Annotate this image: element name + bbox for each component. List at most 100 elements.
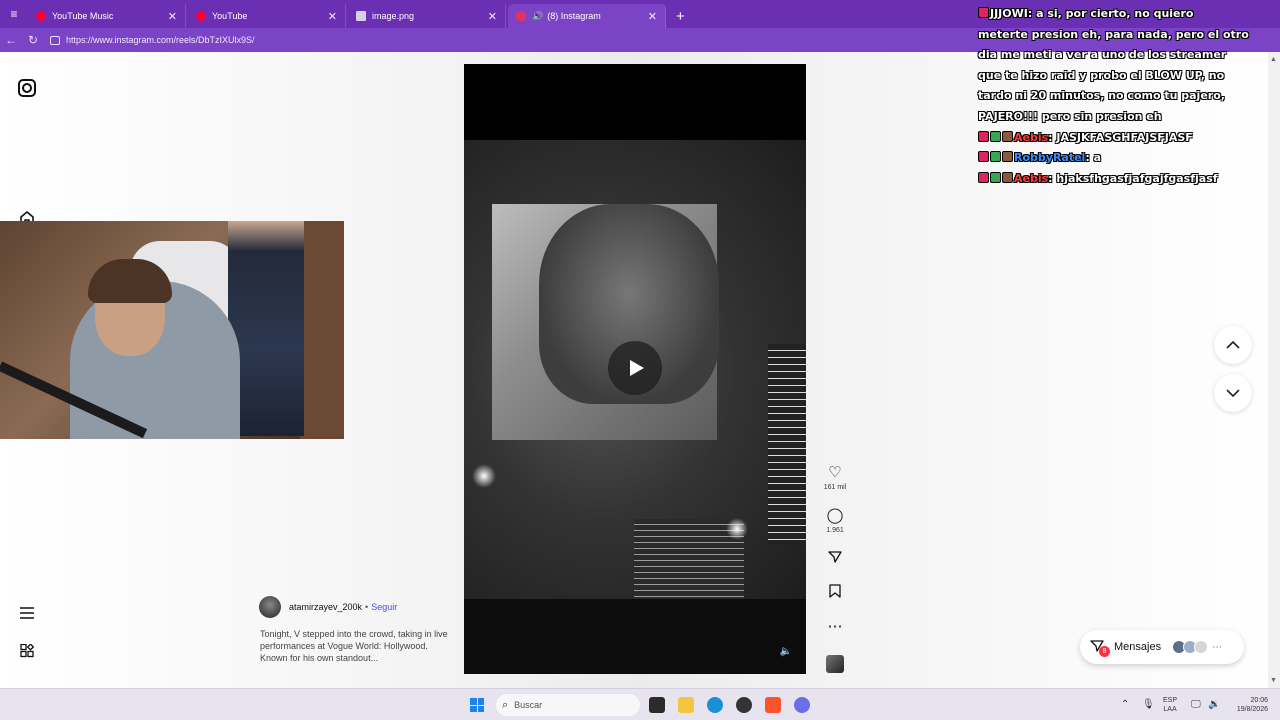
youtube-favicon-icon (196, 11, 206, 21)
edge-browser-icon[interactable] (707, 697, 723, 713)
tab-youtube-music[interactable]: YouTube Music ✕ (28, 4, 186, 28)
tab-instagram[interactable]: 🔊 (8) Instagram ✕ (508, 4, 666, 28)
comment-button[interactable]: ◯ 1.961 (818, 507, 852, 534)
webcam-door (300, 221, 344, 439)
volume-icon[interactable]: 🔉 (1208, 699, 1220, 710)
url-text: https://www.instagram.com/reels/DbTzIXUl… (66, 35, 255, 45)
youtube-music-favicon-icon (36, 11, 46, 21)
close-tab-icon[interactable]: ✕ (328, 10, 337, 23)
chat-message: Aebis: hjaksfhgasfjafgajfgasfjasf (978, 169, 1278, 190)
language-indicator[interactable]: ESP LAA (1163, 696, 1177, 714)
share-button[interactable] (818, 550, 852, 569)
taskbar-search[interactable]: ⌕ Buscar (496, 694, 640, 716)
message-avatars (1172, 640, 1209, 654)
tab-image[interactable]: image.png ✕ (348, 4, 506, 28)
play-icon[interactable] (608, 341, 662, 395)
audio-playing-icon[interactable]: 🔊 (532, 11, 543, 22)
next-reel-button[interactable] (1214, 374, 1252, 412)
taskbar: ⌕ Buscar ⌃ 🎙 ESP LAA 🖵 🔉 20:06 19/8/2026 (0, 688, 1280, 720)
close-tab-icon[interactable]: ✕ (168, 10, 177, 23)
microphone-icon[interactable]: 🎙 (1142, 699, 1155, 710)
search-icon: ⌕ (502, 698, 509, 711)
reel-video[interactable]: 🔈 (464, 64, 806, 674)
discord-icon[interactable] (794, 697, 810, 713)
comment-count: 1.961 (826, 527, 844, 534)
chat-text: JASJKFASGHFAJSFJASF (1056, 130, 1193, 144)
save-button[interactable] (818, 584, 852, 603)
badge-icon (1002, 130, 1013, 142)
messages-badge: 8 (1099, 646, 1110, 657)
url-field[interactable]: https://www.instagram.com/reels/DbTzIXUl… (50, 31, 950, 49)
network-icon[interactable]: 🖵 (1191, 699, 1201, 710)
more-horizontal-icon: ⋯ (827, 618, 843, 635)
tab-title: YouTube (212, 11, 248, 21)
tab-youtube[interactable]: YouTube ✕ (188, 4, 346, 28)
chevron-down-icon (1226, 389, 1240, 397)
obs-icon[interactable] (736, 697, 752, 713)
clock-date: 19/8/2026 (1236, 706, 1268, 713)
comment-icon: ◯ (826, 507, 844, 524)
chat-message: JJJOWI: a si, por cierto, no quiero (978, 4, 1278, 25)
more-options-button[interactable]: ⋯ (818, 618, 852, 636)
messenger-icon: 8 (1090, 639, 1110, 657)
brave-browser-icon[interactable] (765, 697, 781, 713)
chat-text-line: a si, por cierto, no quiero (1036, 7, 1194, 20)
clock-time: 20:06 (1250, 697, 1268, 704)
new-tab-button[interactable]: + (676, 4, 685, 28)
previous-reel-button[interactable] (1214, 326, 1252, 364)
audio-track-avatar[interactable] (826, 655, 844, 673)
chat-username: JJJOWI (990, 7, 1028, 20)
more-horizontal-icon: ⋯ (1212, 641, 1223, 653)
chat-text-line: tardo ni 20 minutos, no como tu pajero, (978, 89, 1225, 103)
video-scene-light (472, 464, 496, 488)
tab-title: image.png (372, 11, 415, 21)
chat-text-line: meterte presion eh, para nada, pero el o… (978, 27, 1249, 41)
file-explorer-icon[interactable] (678, 697, 694, 713)
chat-username: RobbyRatel (1014, 151, 1086, 165)
heart-badge-icon (978, 7, 989, 18)
bookmark-icon (818, 584, 852, 603)
tray-overflow-icon[interactable]: ⌃ (1121, 699, 1129, 710)
search-placeholder: Buscar (514, 700, 543, 710)
messages-button[interactable]: 8 Mensajes ⋯ (1080, 630, 1244, 664)
windows-start-icon[interactable] (470, 698, 484, 712)
send-icon (818, 550, 852, 569)
chat-text-line: dia me meti a ver a uno de los streamer (978, 48, 1227, 62)
like-button[interactable]: ♡ 161 mil (818, 464, 852, 491)
instagram-favicon-icon (516, 11, 526, 21)
volume-icon[interactable]: 🔈 (776, 646, 796, 662)
badge-icon (978, 151, 989, 163)
site-info-icon[interactable] (50, 35, 60, 45)
tab-menu-icon[interactable]: ≡ (0, 0, 28, 28)
reload-icon[interactable]: ↻ (22, 33, 44, 47)
avatar[interactable] (259, 596, 281, 618)
messages-label: Mensajes (1114, 641, 1162, 653)
taskbar-app-icon[interactable] (649, 697, 665, 713)
badge-icon (990, 130, 1001, 142)
close-tab-icon[interactable]: ✕ (648, 10, 657, 23)
instagram-logo-icon[interactable] (18, 79, 36, 97)
more-apps-icon[interactable] (18, 642, 36, 660)
scroll-up-icon[interactable]: ▲ (1270, 56, 1277, 63)
post-caption[interactable]: Tonight, V stepped into the crowd, takin… (260, 628, 450, 664)
image-favicon-icon (356, 11, 366, 21)
chat-message: RobbyRatel: a (978, 148, 1278, 169)
chat-username: Aebis (1014, 171, 1049, 185)
chevron-up-icon (1226, 341, 1240, 349)
author-username[interactable]: atamirzayev_200k (289, 602, 362, 612)
like-count: 161 mil (823, 484, 847, 491)
close-tab-icon[interactable]: ✕ (488, 10, 497, 23)
clock[interactable]: 20:06 19/8/2026 (1228, 696, 1268, 714)
badge-icon (990, 171, 1001, 183)
menu-icon[interactable] (18, 604, 36, 622)
back-icon[interactable]: ← (0, 33, 22, 47)
avatar (1194, 640, 1209, 654)
video-scene-ground (464, 599, 806, 674)
scroll-down-icon[interactable]: ▼ (1270, 677, 1277, 684)
badge-icon (990, 151, 1001, 163)
video-scene-light (726, 518, 748, 540)
heart-icon: ♡ (828, 464, 842, 481)
follow-button[interactable]: Seguir (371, 602, 397, 612)
page-scrollbar[interactable]: ▲ ▼ (1268, 52, 1280, 688)
chat-message: Aebis: JASJKFASGHFAJSFJASF (978, 128, 1278, 149)
